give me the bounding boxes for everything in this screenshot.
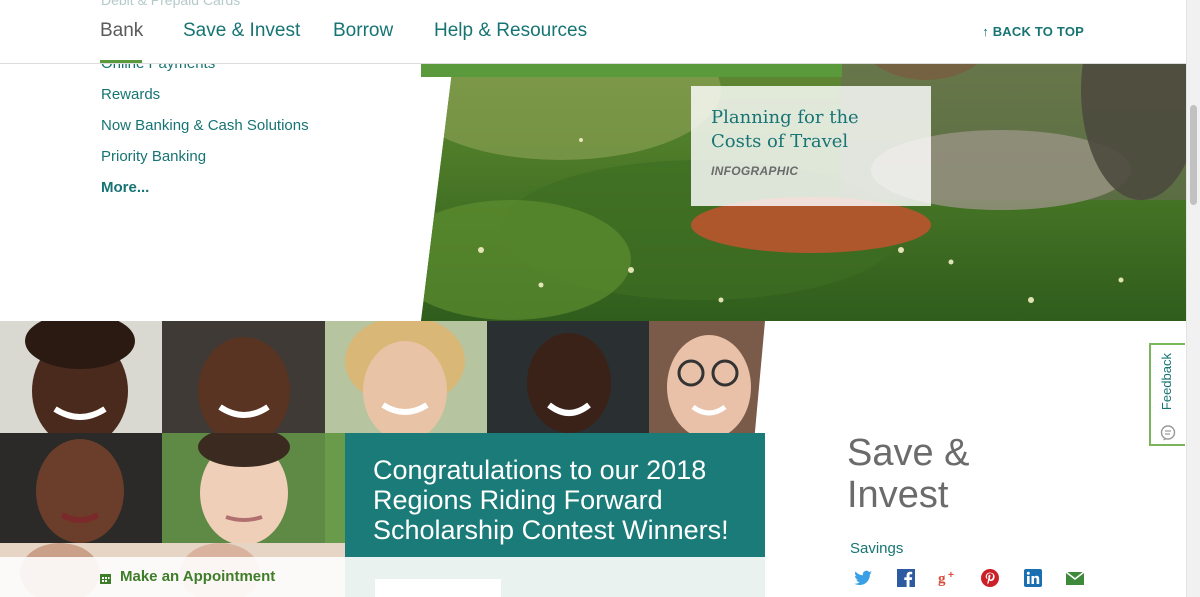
scrollbar-thumb[interactable] [1190, 105, 1197, 205]
chat-bubble-icon [1160, 425, 1176, 446]
svg-text:g: g [938, 571, 946, 587]
nav-tab-bank[interactable]: Bank [100, 20, 143, 42]
nav-tab-borrow[interactable]: Borrow [333, 20, 393, 42]
winner-photo [162, 321, 325, 433]
link-savings[interactable]: Savings [850, 540, 903, 557]
winner-photo [487, 321, 649, 433]
link-now-banking[interactable]: Now Banking & Cash Solutions [101, 116, 309, 147]
save-invest-heading-line1: Save & [847, 432, 970, 474]
link-more[interactable]: More... [101, 178, 309, 209]
appointment-bar[interactable]: Make an Appointment [0, 557, 345, 597]
save-invest-heading: Save & Invest [847, 432, 970, 516]
winner-photo [0, 433, 162, 543]
article-card-title[interactable]: Planning for the Costs of Travel [711, 106, 911, 154]
calendar-icon [100, 571, 111, 589]
email-icon[interactable] [1065, 568, 1085, 588]
bank-link-list: Online Payments Rewards Now Banking & Ca… [101, 54, 309, 209]
nav-tab-help-resources[interactable]: Help & Resources [434, 20, 587, 42]
feedback-tab[interactable]: Feedback [1149, 343, 1185, 446]
twitter-icon[interactable] [853, 568, 873, 588]
winner-photo [325, 321, 487, 433]
top-navigation: Bank Save & Invest Borrow Help & Resourc… [0, 0, 1186, 64]
svg-text:+: + [948, 570, 954, 581]
scholarship-promo-footer [345, 557, 765, 597]
ghost-link-debit-cards: Debit & Prepaid Cards [101, 0, 241, 8]
scholarship-promo-button[interactable] [375, 579, 501, 597]
winner-photo [649, 321, 765, 433]
facebook-icon[interactable] [896, 568, 916, 588]
winner-photo [0, 321, 162, 433]
hero-accent-bar [421, 64, 842, 77]
article-card-type: INFOGRAPHIC [711, 164, 799, 178]
make-appointment-link[interactable]: Make an Appointment [120, 568, 275, 585]
active-tab-indicator [100, 60, 142, 63]
linkedin-icon[interactable] [1023, 568, 1043, 588]
back-to-top-link[interactable]: ↑ BACK TO TOP [982, 24, 1084, 39]
google-plus-icon[interactable]: g + [938, 568, 958, 588]
article-card[interactable]: Planning for the Costs of Travel INFOGRA… [691, 86, 931, 206]
link-priority-banking[interactable]: Priority Banking [101, 147, 309, 178]
scholarship-promo-headline: Congratulations to our 2018 Regions Ridi… [373, 455, 729, 545]
feedback-label: Feedback [1159, 353, 1174, 411]
link-rewards[interactable]: Rewards [101, 85, 309, 116]
winner-photo [162, 433, 325, 543]
pinterest-icon[interactable] [980, 568, 1000, 588]
scholarship-promo-banner[interactable]: Congratulations to our 2018 Regions Ridi… [345, 433, 765, 557]
save-invest-heading-line2: Invest [847, 474, 949, 516]
nav-tab-save-invest[interactable]: Save & Invest [183, 20, 300, 42]
page-scrollbar[interactable] [1186, 0, 1200, 597]
